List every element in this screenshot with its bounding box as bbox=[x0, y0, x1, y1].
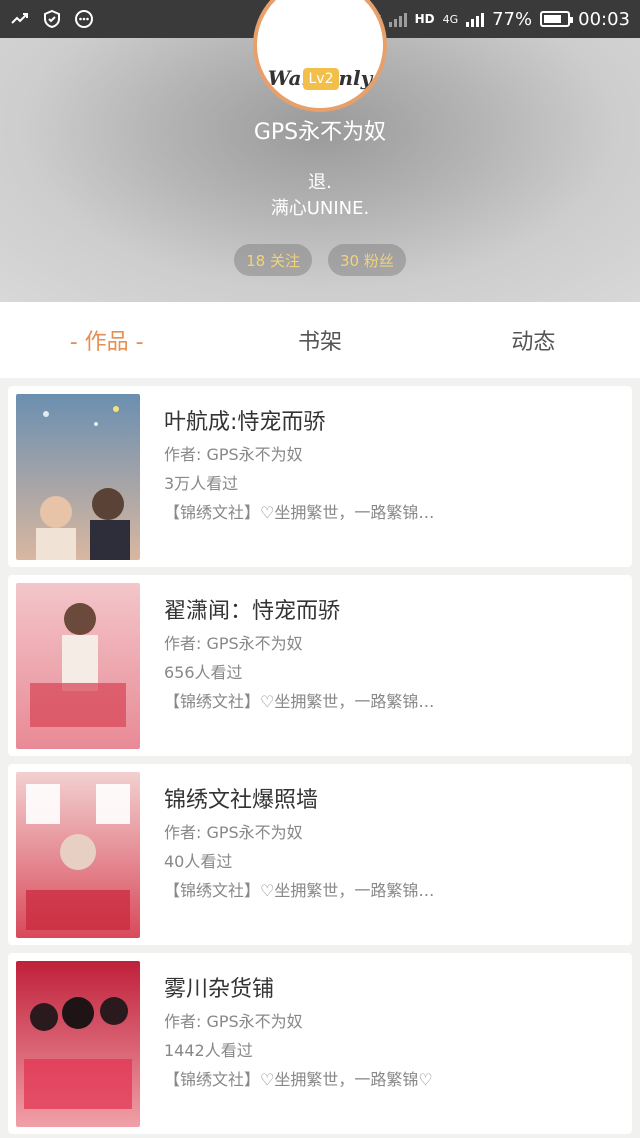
book-card[interactable]: 叶航成:恃宠而骄 作者: GPS永不为奴 3万人看过 【锦绣文社】♡坐拥繁世，一… bbox=[8, 386, 632, 567]
book-info: 雾川杂货铺 作者: GPS永不为奴 1442人看过 【锦绣文社】♡坐拥繁世，一路… bbox=[164, 973, 622, 1094]
bio-line: 退. bbox=[308, 172, 332, 193]
followers-button[interactable]: 30 粉丝 bbox=[328, 244, 406, 276]
tab-bookshelf[interactable]: 书架 bbox=[213, 324, 426, 356]
book-info: 翟潇闻：恃宠而骄 作者: GPS永不为奴 656人看过 【锦绣文社】♡坐拥繁世，… bbox=[164, 595, 622, 716]
book-description: 【锦绣文社】♡坐拥繁世，一路繁锦… bbox=[164, 692, 435, 711]
tab-works[interactable]: - 作品 - bbox=[0, 324, 213, 356]
book-author: 作者: GPS永不为奴 bbox=[164, 634, 303, 653]
book-cover[interactable] bbox=[16, 772, 140, 938]
network-type: 4G bbox=[442, 12, 459, 26]
battery-icon bbox=[540, 11, 574, 27]
tab-bar: - 作品 - 书架 动态 bbox=[0, 302, 640, 378]
stats: 18 关注 30 粉丝 bbox=[0, 244, 640, 276]
hd-icon: HD bbox=[414, 12, 435, 26]
book-cover[interactable] bbox=[16, 961, 140, 1127]
signal-weak-icon bbox=[388, 11, 407, 27]
following-button[interactable]: 18 关注 bbox=[234, 244, 312, 276]
book-views: 3万人看过 bbox=[164, 474, 239, 493]
book-author: 作者: GPS永不为奴 bbox=[164, 823, 303, 842]
book-views: 40人看过 bbox=[164, 852, 233, 871]
book-description: 【锦绣文社】♡坐拥繁世，一路繁锦… bbox=[164, 503, 435, 522]
book-author: 作者: GPS永不为奴 bbox=[164, 1012, 303, 1031]
missed-call-icon bbox=[10, 9, 30, 29]
book-description: 【锦绣文社】♡坐拥繁世，一路繁锦… bbox=[164, 881, 435, 900]
book-cover[interactable] bbox=[16, 394, 140, 560]
book-card[interactable]: 锦绣文社爆照墙 作者: GPS永不为奴 40人看过 【锦绣文社】♡坐拥繁世，一路… bbox=[8, 764, 632, 945]
book-card[interactable]: 雾川杂货铺 作者: GPS永不为奴 1442人看过 【锦绣文社】♡坐拥繁世，一路… bbox=[8, 953, 632, 1134]
book-list: 叶航成:恃宠而骄 作者: GPS永不为奴 3万人看过 【锦绣文社】♡坐拥繁世，一… bbox=[8, 386, 632, 1138]
book-title[interactable]: 叶航成:恃宠而骄 bbox=[164, 406, 622, 440]
tab-activity[interactable]: 动态 bbox=[427, 324, 640, 356]
bio: 退. 满心UNINE. bbox=[0, 170, 640, 222]
avatar[interactable]: Wantonly bbox=[253, 0, 387, 112]
username: GPS永不为奴 bbox=[253, 120, 387, 145]
shield-icon bbox=[42, 9, 62, 29]
level-badge: Lv2 bbox=[303, 68, 339, 90]
book-title[interactable]: 锦绣文社爆照墙 bbox=[164, 784, 622, 818]
bio-line: 满心UNINE. bbox=[270, 198, 370, 219]
book-views: 656人看过 bbox=[164, 663, 243, 682]
clock: 00:03 bbox=[578, 8, 630, 30]
profile-header: Wantonly Lv2 GPS永不为奴 退. 满心UNINE. 18 关注 3… bbox=[0, 0, 640, 302]
book-title[interactable]: 雾川杂货铺 bbox=[164, 973, 622, 1007]
book-views: 1442人看过 bbox=[164, 1041, 253, 1060]
book-title[interactable]: 翟潇闻：恃宠而骄 bbox=[164, 595, 622, 629]
book-description: 【锦绣文社】♡坐拥繁世，一路繁锦♡ bbox=[164, 1070, 433, 1089]
book-info: 锦绣文社爆照墙 作者: GPS永不为奴 40人看过 【锦绣文社】♡坐拥繁世，一路… bbox=[164, 784, 622, 905]
book-info: 叶航成:恃宠而骄 作者: GPS永不为奴 3万人看过 【锦绣文社】♡坐拥繁世，一… bbox=[164, 406, 622, 527]
book-cover[interactable] bbox=[16, 583, 140, 749]
battery-percent: 77% bbox=[492, 8, 533, 30]
book-card[interactable]: 翟潇闻：恃宠而骄 作者: GPS永不为奴 656人看过 【锦绣文社】♡坐拥繁世，… bbox=[8, 575, 632, 756]
book-author: 作者: GPS永不为奴 bbox=[164, 445, 303, 464]
signal-icon bbox=[466, 11, 485, 27]
more-icon bbox=[74, 9, 94, 29]
